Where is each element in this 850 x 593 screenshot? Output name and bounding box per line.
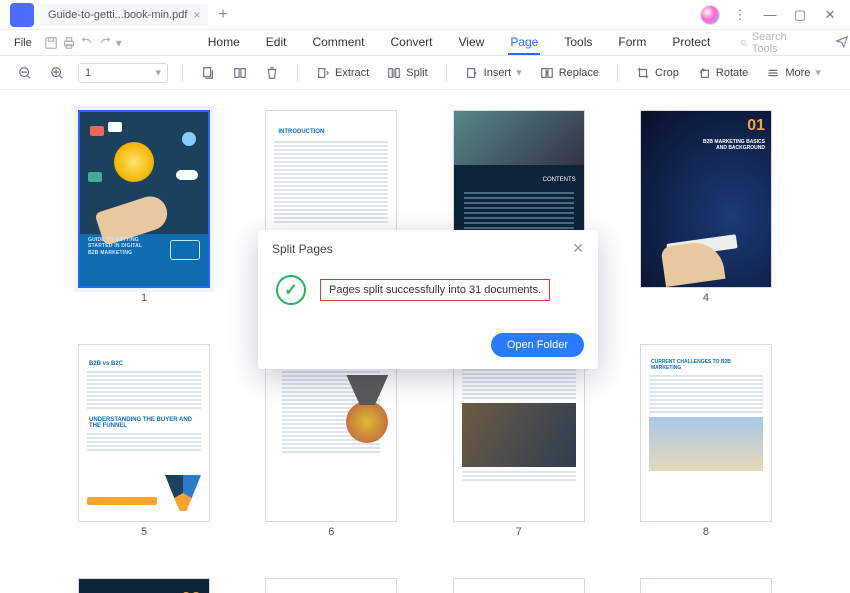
more-button[interactable]: More▾ [762,63,825,83]
dialog-message: Pages split successfully into 31 documen… [320,279,550,301]
minimize-button[interactable]: — [760,7,780,22]
page-number: 5 [141,526,147,538]
page-thumb-12[interactable]: SEGMENTATION [622,578,790,593]
crop-button[interactable]: Crop [632,63,683,83]
save-icon[interactable] [44,34,58,52]
insert-button[interactable]: Insert▾ [461,63,526,83]
page-thumb-1[interactable]: GUIDE TO GETTINGSTARTED IN DIGITALB2B MA… [60,110,228,304]
page-thumb-5[interactable]: B2B vs B2C UNDERSTANDING THE BUYER AND T… [60,344,228,538]
success-check-icon: ✓ [276,275,306,305]
menu-protect[interactable]: Protect [670,31,712,55]
page-thumb-4[interactable]: 01 B2B MARKETING BASICSAND BACKGROUND 4 [622,110,790,304]
titlebar: Guide-to-getti...book-min.pdf × + ⋮ — ▢ … [0,0,850,30]
maximize-button[interactable]: ▢ [790,7,810,23]
app-icon [10,3,34,27]
kebab-icon[interactable]: ⋮ [730,7,750,23]
search-tools[interactable]: Search Tools [740,31,791,55]
page-number-input[interactable]: 1▾ [78,63,168,83]
undo-icon[interactable] [80,34,94,52]
menu-comment[interactable]: Comment [310,31,366,55]
close-window-button[interactable]: ✕ [820,7,840,23]
page-thumb-9[interactable]: 02PLANNING [60,578,228,593]
page-thumb-10[interactable] [247,578,415,593]
account-avatar[interactable] [700,5,720,25]
page-thumb-11[interactable]: UNDERSTANDING YOUR VALUE PROPOSITION [435,578,603,593]
page-number: 8 [703,526,709,538]
menu-edit[interactable]: Edit [264,31,289,55]
document-tab[interactable]: Guide-to-getti...book-min.pdf × [40,4,208,26]
replace-button[interactable]: Replace [536,63,603,83]
zoom-in-button[interactable] [46,63,68,83]
main-menu: Home Edit Comment Convert View Page Tool… [206,31,713,55]
tab-filename: Guide-to-getti...book-min.pdf [48,9,187,21]
dialog-title: Split Pages [272,242,333,256]
menu-form[interactable]: Form [616,31,648,55]
split-pages-dialog: Split Pages ✕ ✓ Pages split successfully… [258,230,598,369]
dialog-close-icon[interactable]: ✕ [572,240,584,257]
menu-view[interactable]: View [457,31,487,55]
print-icon[interactable] [62,34,76,52]
icon-btn-1[interactable] [197,63,219,83]
file-menu[interactable]: File [6,37,40,49]
open-folder-button[interactable]: Open Folder [491,333,584,357]
split-button[interactable]: Split [383,63,431,83]
send-icon[interactable] [835,34,849,51]
menubar: File ▾ Home Edit Comment Convert View Pa… [0,30,850,56]
delete-page-button[interactable] [261,63,283,83]
redo-icon[interactable] [98,34,112,52]
zoom-out-button[interactable] [14,63,36,83]
dropdown-icon[interactable]: ▾ [116,34,122,52]
new-tab-button[interactable]: + [208,6,237,24]
page-thumb-6[interactable]: 6 [247,344,415,538]
search-placeholder: Search Tools [752,31,791,55]
menu-page[interactable]: Page [508,31,540,55]
menu-home[interactable]: Home [206,31,242,55]
page-number: 7 [516,526,522,538]
page-thumb-8[interactable]: CURRENT CHALLENGES TO B2B MARKETING 8 [622,344,790,538]
page-number: 6 [328,526,334,538]
menu-convert[interactable]: Convert [388,31,434,55]
page-number: 1 [141,292,147,304]
page-toolbar: 1▾ Extract Split Insert▾ Replace Crop Ro… [0,56,850,90]
rotate-button[interactable]: Rotate [693,63,752,83]
tab-close-icon[interactable]: × [193,8,200,22]
page-number: 4 [703,292,709,304]
menu-tools[interactable]: Tools [562,31,594,55]
icon-btn-2[interactable] [229,63,251,83]
extract-button[interactable]: Extract [312,63,373,83]
page-thumb-7[interactable]: INTERSECTION OF SALES & MARKETING 7 [435,344,603,538]
